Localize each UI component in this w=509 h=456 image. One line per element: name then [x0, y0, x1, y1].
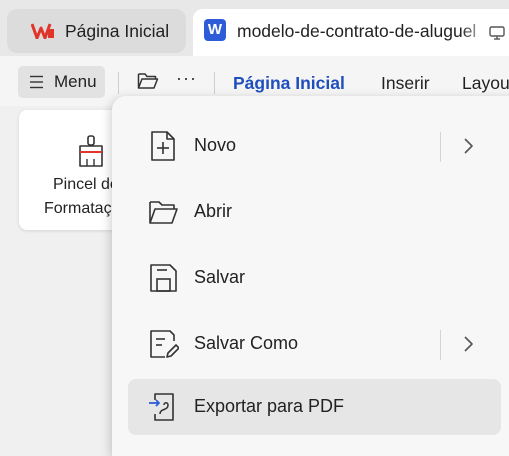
save-as-icon — [150, 330, 179, 358]
menu-item-label: Novo — [194, 135, 237, 155]
menu-button[interactable]: Menu — [18, 66, 105, 98]
hamburger-icon — [30, 75, 43, 89]
save-icon — [150, 264, 177, 292]
chevron-right-icon[interactable] — [462, 137, 474, 155]
menu-item-label: Salvar — [194, 267, 246, 287]
menu-item-open[interactable]: Abrir — [128, 184, 501, 240]
more-options-button[interactable]: ··· — [176, 68, 198, 90]
word-document-icon: W — [204, 19, 226, 41]
tab-strip: Página Inicial W modelo-de-contrato-de-a… — [0, 0, 509, 56]
toolbar-divider — [118, 72, 119, 94]
tab-home[interactable]: Página Inicial — [7, 9, 186, 53]
tab-document-label: modelo-de-contrato-de-aluguel — [237, 21, 477, 41]
new-file-icon — [151, 131, 175, 161]
open-folder-icon — [149, 201, 178, 224]
open-folder-icon[interactable] — [137, 71, 159, 91]
menu-item-export-pdf[interactable]: Exportar para PDF — [128, 379, 501, 435]
ribbon-tab-home[interactable]: Página Inicial — [233, 73, 345, 94]
menu-item-save-as[interactable]: Salvar Como — [128, 316, 501, 372]
menu-item-label: Abrir — [194, 201, 233, 221]
menu-item-divider — [440, 330, 441, 360]
ribbon-tab-insert[interactable]: Inserir — [381, 73, 430, 94]
tab-document[interactable]: W modelo-de-contrato-de-aluguel — [193, 9, 509, 56]
menu-button-label: Menu — [54, 72, 97, 91]
export-pdf-icon — [149, 393, 174, 421]
menu-item-new[interactable]: Novo — [128, 118, 501, 174]
menu-item-label: Salvar Como — [194, 333, 299, 353]
menu-item-divider — [440, 132, 441, 162]
ribbon-tab-layout[interactable]: Layout — [462, 73, 509, 94]
toolbar-divider — [214, 72, 215, 94]
menu-item-label: Exportar para PDF — [194, 396, 345, 416]
wps-logo-icon — [31, 23, 54, 39]
monitor-icon[interactable] — [489, 26, 505, 40]
menu-item-save[interactable]: Salvar — [128, 250, 501, 306]
file-menu-dropdown: Novo Abrir Salvar Salvar Como Exportar p… — [112, 96, 509, 456]
format-painter-label-line1: Pincel de — [53, 176, 119, 193]
chevron-right-icon[interactable] — [462, 335, 474, 353]
paint-brush-icon — [79, 135, 103, 167]
tab-home-label: Página Inicial — [65, 21, 170, 41]
